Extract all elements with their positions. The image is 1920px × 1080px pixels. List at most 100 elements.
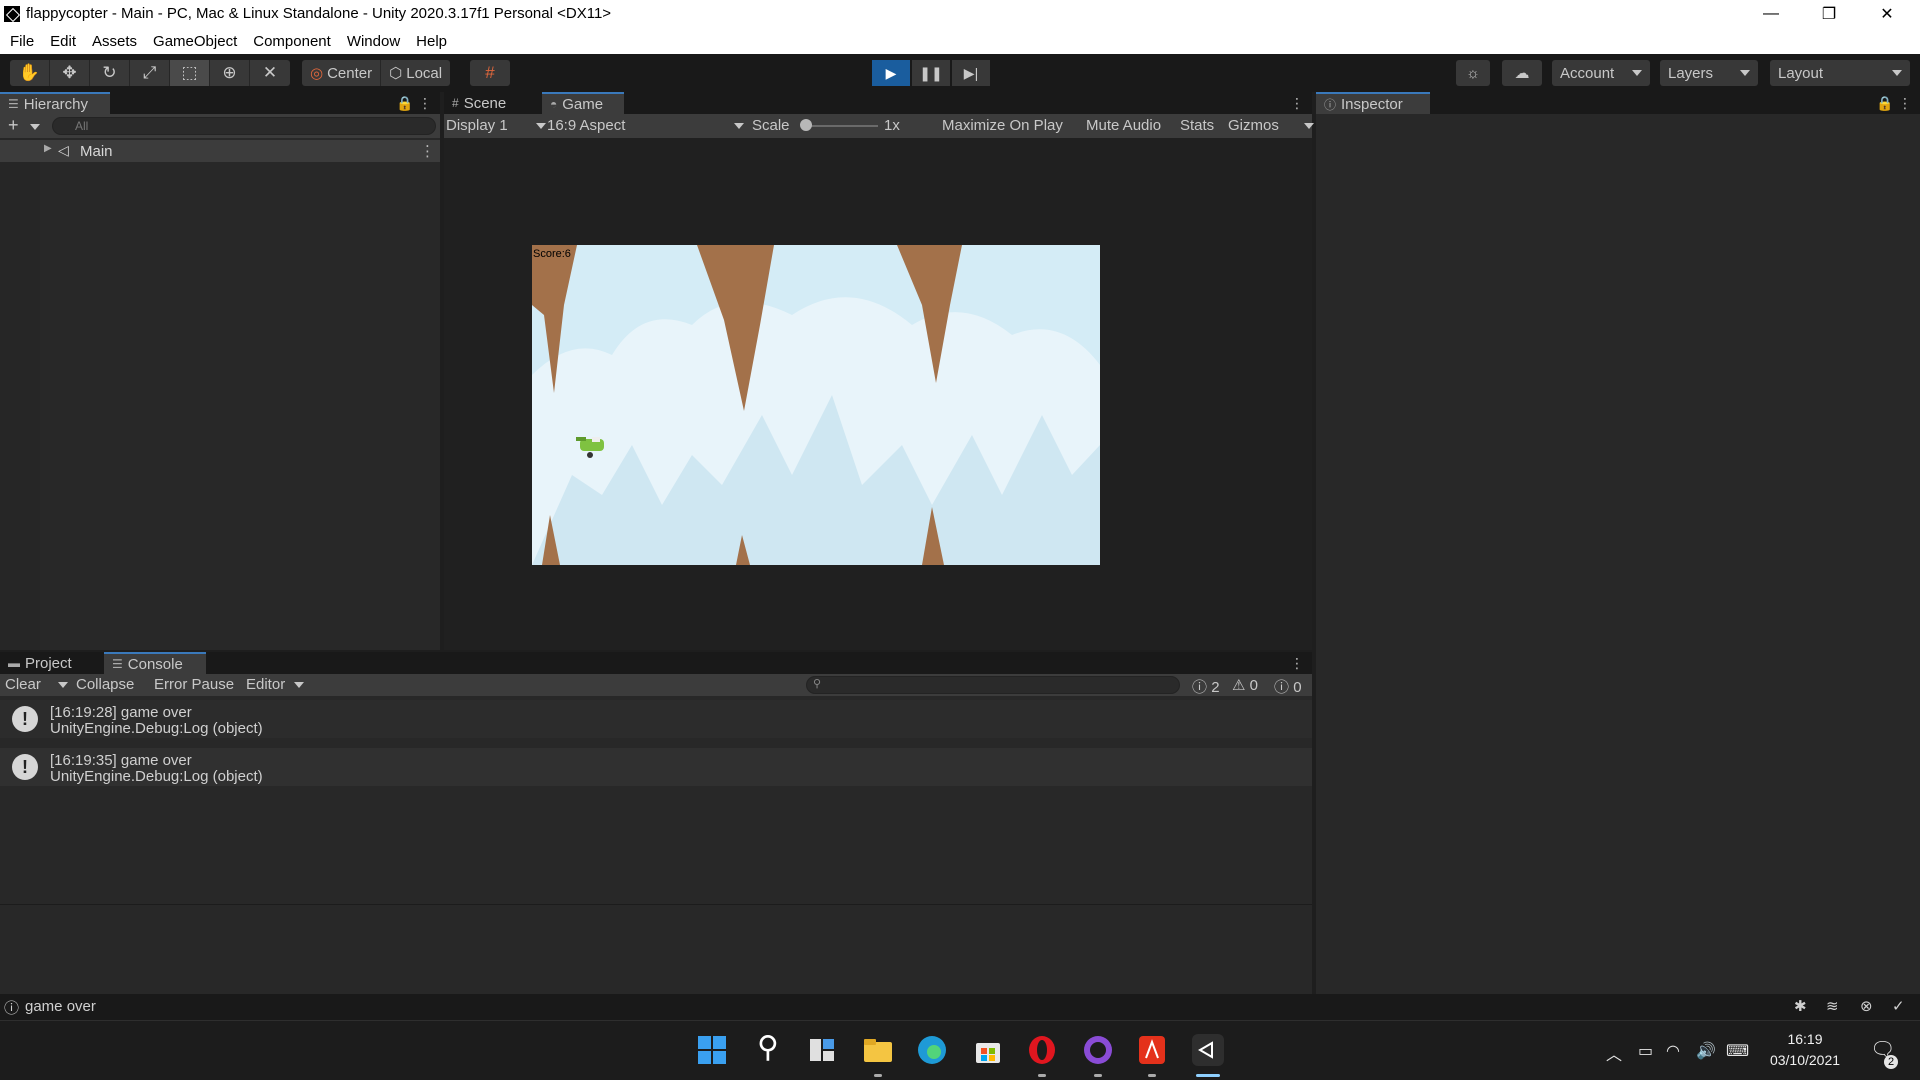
scale-slider-track[interactable]	[806, 125, 878, 127]
status-message[interactable]: game over	[25, 998, 96, 1015]
console-search-input[interactable]: ⚲	[806, 676, 1180, 694]
start-menu-icon[interactable]	[696, 1034, 728, 1066]
hierarchy-tab-label: Hierarchy	[23, 95, 88, 113]
display-dropdown[interactable]: Display 1	[446, 117, 508, 134]
scale-icon[interactable]: ⤢	[130, 60, 170, 86]
kebab-menu-icon[interactable]: ⋮	[1290, 654, 1304, 672]
menu-assets[interactable]: Assets	[92, 33, 137, 50]
error-pause-button[interactable]: Error Pause	[154, 676, 234, 693]
lock-icon[interactable]: 🔒	[1876, 94, 1893, 112]
lighting-button[interactable]: ☼	[1456, 60, 1490, 86]
grid-icon: #	[452, 96, 459, 110]
layers-dropdown[interactable]: Layers	[1660, 60, 1758, 86]
clear-button[interactable]: Clear	[5, 676, 41, 693]
error-count-toggle[interactable]: ⓘ 0	[1274, 676, 1302, 697]
kebab-menu-icon[interactable]: ⋮	[420, 142, 435, 160]
aspect-dropdown[interactable]: 16:9 Aspect	[547, 117, 625, 134]
github-desktop-icon[interactable]	[1082, 1034, 1114, 1066]
cloud-button[interactable]: ☁	[1502, 60, 1542, 86]
project-tab-label: Project	[25, 654, 72, 672]
chevron-down-icon[interactable]	[536, 123, 546, 129]
opera-browser-icon[interactable]	[1026, 1034, 1058, 1066]
kebab-menu-icon[interactable]: ⋮	[1290, 94, 1304, 112]
mute-audio-button[interactable]: Mute Audio	[1086, 117, 1161, 134]
edge-browser-icon[interactable]	[916, 1034, 948, 1066]
warning-icon: ⚠	[1232, 677, 1246, 694]
warning-count-toggle[interactable]: ⚠ 0	[1232, 676, 1258, 694]
keyboard-icon[interactable]: ⌨	[1726, 1041, 1749, 1061]
tab-console[interactable]: ☰ Console	[104, 652, 206, 674]
log-count-toggle[interactable]: ⓘ 2	[1192, 676, 1220, 697]
play-button[interactable]: ▶	[872, 60, 910, 86]
acrobat-reader-icon[interactable]	[1136, 1034, 1168, 1066]
chevron-down-icon[interactable]	[30, 124, 40, 130]
close-button[interactable]: ✕	[1858, 0, 1916, 28]
maximize-on-play-button[interactable]: Maximize On Play	[942, 117, 1063, 134]
battery-icon[interactable]: ▭	[1638, 1041, 1653, 1061]
clock-date[interactable]: 03/10/2021	[1764, 1052, 1846, 1068]
collapse-button[interactable]: Collapse	[76, 676, 134, 693]
chevron-down-icon[interactable]	[58, 682, 68, 688]
step-button[interactable]: ▶|	[952, 60, 990, 86]
tab-scene[interactable]: # Scene	[444, 92, 540, 114]
tab-project[interactable]: ▬ Project	[0, 652, 106, 674]
search-icon[interactable]: ⚲	[752, 1033, 784, 1066]
file-explorer-icon[interactable]	[862, 1034, 894, 1066]
check-icon[interactable]: ✓	[1892, 997, 1905, 1015]
grid-snap-button[interactable]: #	[470, 60, 510, 86]
store-icon[interactable]	[972, 1034, 1004, 1066]
scale-slider-handle[interactable]	[800, 119, 812, 131]
layers-stack-icon[interactable]: ≋	[1826, 997, 1839, 1015]
lock-icon[interactable]: 🔒	[396, 94, 413, 112]
editor-dropdown[interactable]: Editor	[246, 676, 285, 693]
tab-hierarchy[interactable]: ☰ Hierarchy	[0, 92, 110, 114]
custom-tool-icon[interactable]: ✕	[250, 60, 290, 86]
network-icon[interactable]: ⊗	[1860, 997, 1873, 1015]
menu-gameobject[interactable]: GameObject	[153, 33, 237, 50]
expand-arrow-icon[interactable]: ▶	[44, 143, 52, 154]
move-icon[interactable]: ✥	[50, 60, 90, 86]
kebab-menu-icon[interactable]: ⋮	[418, 94, 432, 112]
bug-icon[interactable]: ✱	[1794, 997, 1807, 1015]
pivot-local-button[interactable]: ⬡ Local	[381, 60, 450, 86]
console-entry[interactable]: ! [16:19:35] game over UnityEngine.Debug…	[0, 748, 1312, 786]
tab-inspector[interactable]: ⓘ Inspector	[1316, 92, 1430, 114]
add-icon[interactable]: +	[8, 115, 19, 136]
game-canvas[interactable]: Score:6	[532, 245, 1100, 565]
layout-dropdown[interactable]: Layout	[1770, 60, 1910, 86]
hand-icon[interactable]: ✋	[10, 60, 50, 86]
wifi-icon[interactable]: ◠	[1666, 1041, 1680, 1061]
menu-file[interactable]: File	[10, 33, 34, 50]
menu-window[interactable]: Window	[347, 33, 400, 50]
menu-edit[interactable]: Edit	[50, 33, 76, 50]
menu-component[interactable]: Component	[253, 33, 331, 50]
game-viewport[interactable]: Score:6	[444, 138, 1312, 650]
account-dropdown[interactable]: Account	[1552, 60, 1650, 86]
chevron-down-icon[interactable]	[294, 682, 304, 688]
console-entry[interactable]: ! [16:19:28] game over UnityEngine.Debug…	[0, 700, 1312, 738]
log-count: 2	[1211, 679, 1220, 696]
menu-help[interactable]: Help	[416, 33, 447, 50]
stats-button[interactable]: Stats	[1180, 117, 1214, 134]
tray-overflow-chevron-icon[interactable]: ︿	[1606, 1041, 1622, 1065]
tab-game[interactable]: ◓ Game	[542, 92, 624, 114]
chevron-down-icon[interactable]	[734, 123, 744, 129]
minimize-button[interactable]: —	[1742, 0, 1800, 28]
hierarchy-scene-row[interactable]: ▶ ◁ Main ⋮	[0, 140, 440, 162]
gizmos-button[interactable]: Gizmos	[1228, 117, 1279, 134]
pivot-center-button[interactable]: ◎ Center	[302, 60, 382, 86]
pause-button[interactable]: ❚❚	[912, 60, 950, 86]
widgets-icon[interactable]	[806, 1034, 838, 1066]
hierarchy-search-input[interactable]: All	[52, 117, 436, 135]
rotate-icon[interactable]: ↻	[90, 60, 130, 86]
console-splitter[interactable]	[0, 904, 1312, 905]
rect-icon[interactable]: ⬚	[170, 60, 210, 86]
transform-icon[interactable]: ⊕	[210, 60, 250, 86]
unity-editor-icon[interactable]	[1192, 1034, 1224, 1066]
restore-button[interactable]: ❐	[1800, 0, 1858, 28]
unity-logo-icon	[4, 6, 20, 22]
volume-icon[interactable]: 🔊	[1696, 1041, 1716, 1061]
clock-time[interactable]: 16:19	[1770, 1031, 1840, 1047]
chevron-down-icon[interactable]	[1304, 123, 1314, 129]
kebab-menu-icon[interactable]: ⋮	[1898, 94, 1912, 112]
